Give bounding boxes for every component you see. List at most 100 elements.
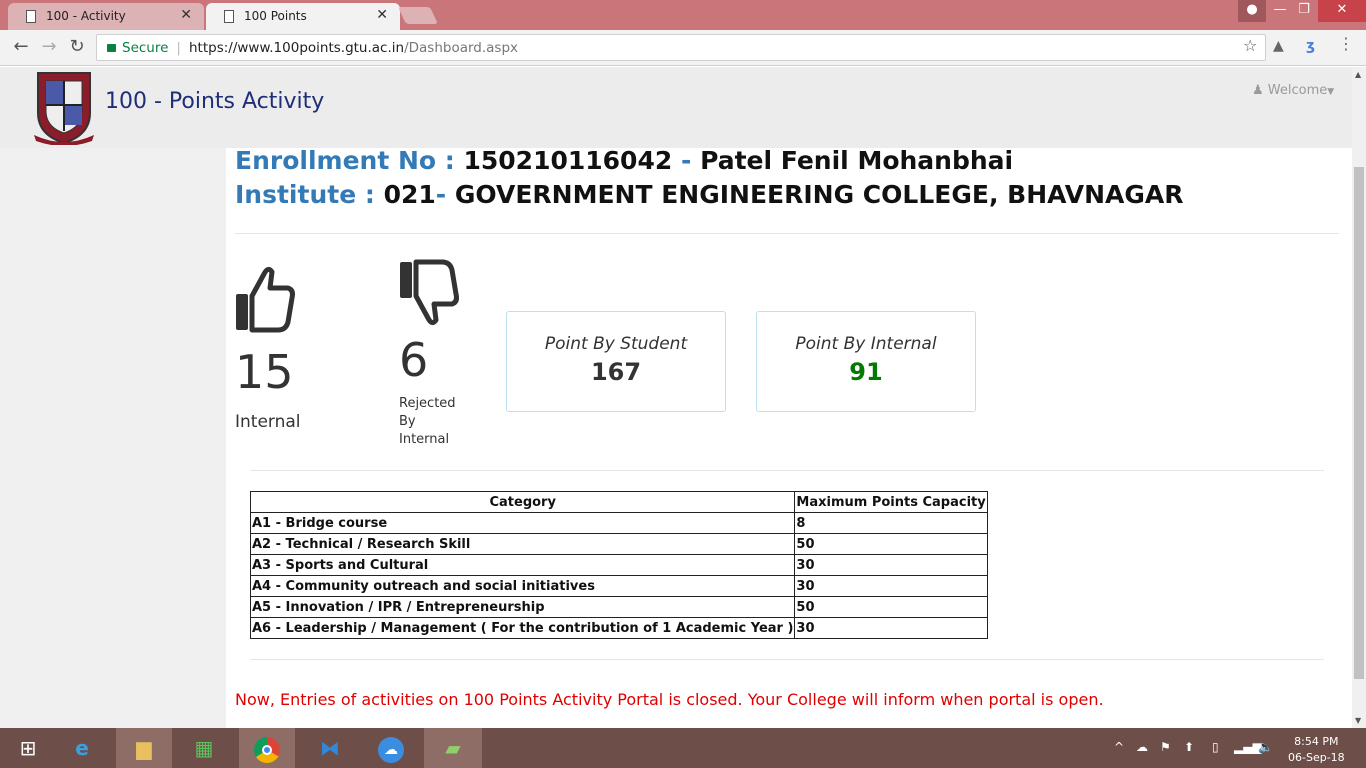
site-title[interactable]: 100 - Points Activity: [105, 89, 324, 114]
system-clock[interactable]: 8:54 PM 06-Sep-18: [1288, 734, 1345, 766]
cloud-upload-icon[interactable]: ☁: [363, 728, 419, 768]
ie-icon[interactable]: e: [54, 728, 110, 768]
clock-time: 8:54 PM: [1294, 735, 1339, 748]
tab-100-points[interactable]: 100 Points ✕: [206, 3, 400, 30]
bookmark-star-icon[interactable]: ☆: [1243, 36, 1257, 55]
address-bar[interactable]: Secure | https://www.100points.gtu.ac.in/D…: [96, 34, 1266, 61]
cloud-icon[interactable]: ☁: [1136, 740, 1148, 754]
column-header-category: Category: [249, 491, 796, 513]
tab-100-activity[interactable]: 100 - Activity ✕: [8, 3, 204, 30]
extension-icon[interactable]: ʒ: [1306, 38, 1315, 54]
thumbs-up-icon: [236, 266, 295, 333]
file-explorer-icon[interactable]: ▆: [116, 728, 172, 768]
main-content: [226, 148, 1350, 728]
drive-icon[interactable]: ▲: [1273, 38, 1284, 54]
category-cell: A4 - Community outreach and social initi…: [249, 575, 796, 597]
show-hidden-icons[interactable]: ^: [1114, 740, 1124, 754]
max-points-cell: 30: [794, 554, 988, 576]
tab-title: 100 Points: [244, 9, 307, 23]
max-points-cell: 30: [794, 617, 988, 639]
category-table: Category Maximum Points Capacity A1 - Br…: [249, 491, 988, 639]
gtu-logo[interactable]: [32, 69, 96, 145]
store-icon[interactable]: ▦: [176, 728, 232, 768]
reload-icon[interactable]: ↻: [66, 36, 88, 57]
portal-closed-notice: Now, Entries of activities on 100 Points…: [235, 690, 1104, 709]
student-points-label: Point By Student: [544, 334, 688, 354]
approved-label: Internal: [235, 412, 301, 432]
divider: [235, 233, 1339, 234]
max-points-cell: 50: [794, 533, 988, 555]
browser-title-bar: [0, 0, 1366, 30]
category-cell: A6 - Leadership / Management ( For the c…: [249, 617, 796, 639]
max-points-cell: 50: [794, 596, 988, 618]
category-cell: A3 - Sports and Cultural: [249, 554, 796, 576]
profile-icon[interactable]: ●: [1238, 0, 1266, 22]
welcome-label: Welcome: [1267, 83, 1328, 98]
page-gutter: [0, 148, 226, 728]
table-row: A4 - Community outreach and social initi…: [249, 575, 988, 597]
category-cell: A1 - Bridge course: [249, 512, 796, 534]
forward-icon[interactable]: →: [38, 36, 60, 57]
table-row: A6 - Leadership / Management ( For the c…: [249, 617, 988, 639]
internal-points-card: Point By Internal 91: [756, 311, 976, 412]
approved-count: 15: [235, 345, 294, 399]
rejected-label: Rejected By Internal: [399, 396, 456, 447]
address-toolbar: ← → ↻ Secure | https://www.100points.gtu.a…: [0, 30, 1366, 66]
student-points-value: 167: [590, 358, 642, 386]
url-host: https://www.100points.gtu.ac.in: [188, 40, 405, 56]
institute-code: 021: [383, 180, 436, 209]
divider: [250, 470, 1324, 471]
max-points-cell: 30: [794, 575, 988, 597]
category-cell: A5 - Innovation / IPR / Entrepreneurship: [249, 596, 796, 618]
enrollment-number: 150210116042: [463, 146, 673, 175]
chrome-icon[interactable]: [239, 728, 295, 768]
tab-close-icon[interactable]: ✕: [376, 7, 388, 23]
tab-close-icon[interactable]: ✕: [180, 7, 192, 23]
table-row: A1 - Bridge course 8: [249, 512, 988, 534]
rejected-count: 6: [399, 333, 429, 387]
max-points-cell: 8: [794, 512, 988, 534]
internal-points-label: Point By Internal: [795, 334, 937, 354]
welcome-menu[interactable]: ♟ Welcome▼: [1252, 83, 1334, 98]
enrollment-line: Enrollment No : 150210116042 - Patel Fen…: [235, 146, 1013, 175]
institute-line: Institute : 021- GOVERNMENT ENGINEERING …: [235, 180, 1184, 209]
table-row: A3 - Sports and Cultural 30: [249, 554, 988, 576]
institute-label: Institute :: [235, 180, 375, 209]
divider: [250, 659, 1324, 660]
lock-icon: [107, 44, 116, 52]
secure-label: Secure: [122, 40, 169, 56]
table-row: A5 - Innovation / IPR / Entrepreneurship…: [249, 596, 988, 618]
windows-start-icon[interactable]: ⊞: [0, 728, 56, 768]
document-icon: [224, 10, 234, 23]
column-header-max-points: Maximum Points Capacity: [794, 491, 988, 513]
menu-icon[interactable]: ⋮: [1338, 34, 1354, 53]
table-row: A2 - Technical / Research Skill 50: [249, 533, 988, 555]
document-icon: [26, 10, 36, 23]
battery-icon[interactable]: ▯: [1212, 740, 1219, 754]
category-cell: A2 - Technical / Research Skill: [249, 533, 796, 555]
user-icon: ♟: [1252, 83, 1264, 98]
close-window-button[interactable]: ✕: [1318, 0, 1366, 22]
student-name: Patel Fenil Mohanbhai: [700, 146, 1014, 175]
table-header-row: Category Maximum Points Capacity: [249, 491, 988, 513]
upload-icon[interactable]: ⬆: [1184, 740, 1194, 754]
maximize-button[interactable]: ❐: [1290, 0, 1318, 22]
clock-date: 06-Sep-18: [1288, 751, 1345, 764]
usb-drive-icon[interactable]: ▰: [424, 728, 482, 768]
flag-icon[interactable]: ⚑: [1160, 740, 1171, 754]
institute-dash: -: [435, 180, 447, 209]
institute-name: GOVERNMENT ENGINEERING COLLEGE, BHAVNAGA…: [454, 180, 1184, 209]
scroll-down-icon[interactable]: ▼: [1355, 716, 1361, 725]
caret-down-icon: ▼: [1327, 87, 1335, 97]
thumbs-down-icon: [400, 259, 459, 326]
volume-icon[interactable]: 🔈: [1258, 740, 1273, 754]
enrollment-label: Enrollment No :: [235, 146, 455, 175]
vscode-icon[interactable]: ⧓: [302, 728, 358, 768]
internal-points-value: 91: [849, 358, 883, 386]
url-path: /Dashboard.aspx: [404, 40, 519, 56]
enrollment-dash: -: [680, 146, 692, 175]
back-icon[interactable]: ←: [10, 36, 32, 57]
tab-title: 100 - Activity: [46, 9, 126, 23]
scrollbar-thumb[interactable]: [1354, 167, 1364, 679]
scroll-up-icon[interactable]: ▲: [1355, 70, 1361, 79]
